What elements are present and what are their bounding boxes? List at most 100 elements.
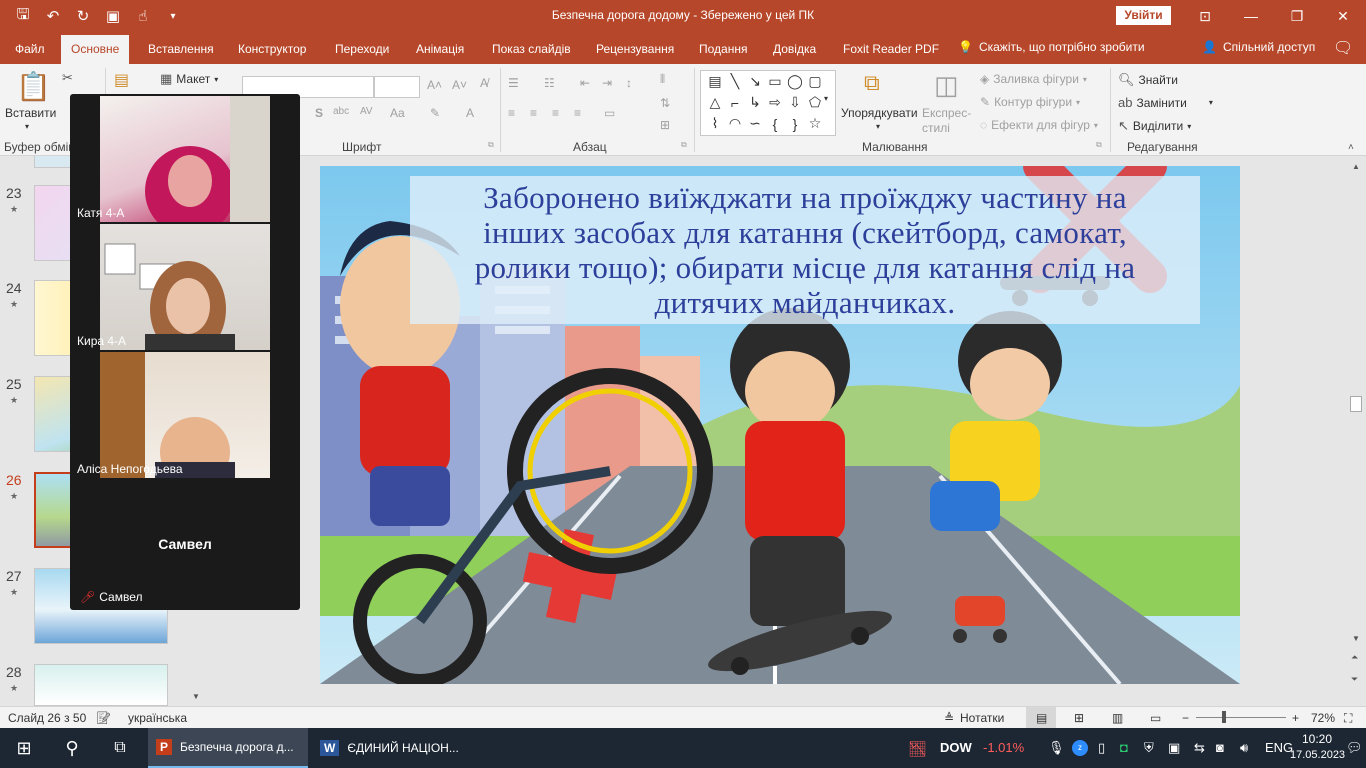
- save-icon[interactable]: 🖫: [12, 6, 34, 26]
- spellcheck-icon[interactable]: 📝︎: [96, 711, 111, 725]
- elbow-connector-shape-icon[interactable]: ⌐: [725, 92, 745, 113]
- redo-icon[interactable]: ↻: [72, 6, 94, 26]
- font-dialog-launcher-icon[interactable]: ⧉: [488, 140, 494, 150]
- down-arrow-shape-icon[interactable]: ⇩: [785, 92, 805, 113]
- keyboard-language[interactable]: ENG: [1265, 740, 1293, 755]
- right-brace-shape-icon[interactable]: }: [785, 113, 805, 134]
- tab-home[interactable]: Основне: [61, 35, 130, 64]
- increase-indent-icon[interactable]: ⇥: [602, 76, 612, 90]
- paste-icon[interactable]: 📋: [16, 70, 51, 103]
- tell-me-box[interactable]: 💡 Скажіть, що потрібно зробити: [958, 40, 1145, 54]
- tab-foxit[interactable]: Foxit Reader PDF: [843, 40, 939, 64]
- slide-title-text[interactable]: Заборонено виїжджати на проїжджу частину…: [410, 180, 1200, 320]
- clock-time[interactable]: 10:20: [1302, 732, 1332, 746]
- participant-video[interactable]: [100, 224, 270, 350]
- participant-video[interactable]: [100, 352, 270, 478]
- microphone-icon[interactable]: 🎙︎: [1048, 740, 1065, 756]
- zoom-slider-thumb[interactable]: [1222, 711, 1226, 723]
- ticker-symbol[interactable]: DOW: [940, 740, 972, 755]
- tab-design[interactable]: Конструктор: [238, 40, 306, 64]
- zoom-in-icon[interactable]: +: [1292, 711, 1299, 725]
- close-button[interactable]: ✕: [1320, 0, 1366, 32]
- task-view-icon[interactable]: ⧉: [96, 728, 144, 768]
- curve-shape-icon[interactable]: ∽: [745, 113, 765, 134]
- restore-button[interactable]: ❐: [1274, 0, 1320, 32]
- notification-center-icon[interactable]: 💬︎: [1346, 740, 1363, 756]
- shapes-more-icon[interactable]: ▾: [824, 94, 828, 103]
- freeform-shape-icon[interactable]: ⌇: [705, 113, 725, 134]
- tab-insert[interactable]: Вставлення: [148, 40, 214, 64]
- scroll-up-icon[interactable]: ▲: [1352, 162, 1360, 171]
- oval-shape-icon[interactable]: ◯: [785, 71, 805, 92]
- windows-start-icon[interactable]: ⊞: [0, 728, 48, 768]
- notes-button[interactable]: Нотатки: [960, 711, 1004, 725]
- rectangle-shape-icon[interactable]: ▭: [765, 71, 785, 92]
- tab-view[interactable]: Подання: [699, 40, 747, 64]
- scroll-down-icon[interactable]: ▼: [192, 692, 200, 701]
- shape-effects-button[interactable]: ◌ Ефекти для фігур ▾: [980, 118, 1098, 132]
- usb-device-icon[interactable]: ▯: [1098, 740, 1105, 756]
- tab-transitions[interactable]: Переходи: [335, 40, 389, 64]
- decrease-font-icon[interactable]: A˅: [452, 78, 467, 92]
- quick-styles-button[interactable]: Експрес- стилі: [922, 106, 971, 136]
- slide-sorter-icon[interactable]: ⊞: [1074, 711, 1084, 725]
- shape-outline-button[interactable]: ✎ Контур фігури ▾: [980, 95, 1080, 109]
- arc-shape-icon[interactable]: ◠: [725, 113, 745, 134]
- ribbon-display-options-icon[interactable]: ⊡: [1182, 0, 1228, 32]
- align-center-icon[interactable]: ≡: [530, 106, 537, 120]
- taskbar-app-word[interactable]: W ЄДИНИЙ НАЦІОН...: [312, 728, 472, 768]
- line-spacing-icon[interactable]: ↕: [626, 76, 632, 90]
- line-shape-icon[interactable]: ╲: [725, 71, 745, 92]
- cut-icon[interactable]: ✂: [62, 70, 73, 86]
- align-right-icon[interactable]: ≡: [552, 106, 559, 120]
- paragraph-dialog-launcher-icon[interactable]: ⧉: [681, 140, 687, 150]
- numbering-icon[interactable]: ☷: [544, 76, 555, 90]
- next-slide-icon[interactable]: ⏷: [1351, 674, 1358, 685]
- font-size-combo[interactable]: [374, 76, 420, 98]
- comments-icon[interactable]: 🗨: [1333, 38, 1353, 58]
- thumbnail-28[interactable]: [34, 664, 168, 706]
- text-box-shape-icon[interactable]: ▤: [705, 71, 725, 92]
- scroll-thumb[interactable]: [1350, 396, 1362, 412]
- zoom-level[interactable]: 72%: [1311, 711, 1335, 725]
- app-tray-icon[interactable]: ◘: [1120, 740, 1128, 755]
- quick-styles-icon[interactable]: ◫: [934, 70, 959, 101]
- left-brace-shape-icon[interactable]: {: [765, 113, 785, 134]
- taskbar-app-powerpoint[interactable]: P Безпечна дорога д...: [148, 728, 308, 768]
- zoom-out-icon[interactable]: −: [1182, 711, 1189, 725]
- paste-button[interactable]: Вставити: [5, 106, 56, 120]
- strikethrough-icon[interactable]: abc: [333, 106, 349, 117]
- tab-help[interactable]: Довідка: [773, 40, 816, 64]
- shadow-icon[interactable]: S: [315, 106, 323, 120]
- elbow-arrow-shape-icon[interactable]: ↳: [745, 92, 765, 113]
- new-slide-icon[interactable]: ▤: [114, 70, 129, 90]
- arrow-line-shape-icon[interactable]: ↘: [745, 71, 765, 92]
- tab-slideshow[interactable]: Показ слайдів: [492, 40, 571, 64]
- pentagon-shape-icon[interactable]: ⬠: [805, 92, 825, 113]
- star-shape-icon[interactable]: ☆: [805, 113, 825, 134]
- char-spacing-icon[interactable]: AV: [360, 106, 373, 117]
- highlight-icon[interactable]: ✎: [430, 106, 440, 120]
- decrease-indent-icon[interactable]: ⇤: [580, 76, 590, 90]
- video-call-panel[interactable]: Катя 4-А Кира 4-А Аліса Непогодьева Самв…: [70, 94, 300, 610]
- network-icon[interactable]: ⇆: [1194, 740, 1205, 756]
- camera-icon[interactable]: ◙: [1216, 740, 1224, 755]
- right-arrow-shape-icon[interactable]: ⇨: [765, 92, 785, 113]
- slide-scrollbar[interactable]: ▲ ▼ ⏶ ⏷: [1348, 156, 1366, 706]
- language-indicator[interactable]: українська: [128, 711, 187, 725]
- fit-slide-icon[interactable]: ⛶: [1344, 711, 1352, 726]
- smartart-icon[interactable]: ⊞: [660, 118, 670, 132]
- notes-icon[interactable]: ≜: [944, 711, 954, 725]
- select-button[interactable]: ↖ Виділити ▾: [1118, 118, 1191, 134]
- tab-review[interactable]: Рецензування: [596, 40, 674, 64]
- volume-icon[interactable]: 🔊︎: [1240, 740, 1248, 756]
- zoom-app-icon[interactable]: z: [1072, 740, 1088, 756]
- clock-date[interactable]: 17.05.2023: [1290, 749, 1345, 761]
- search-icon[interactable]: ⚲: [48, 728, 96, 768]
- justify-icon[interactable]: ≡: [574, 106, 581, 120]
- paste-dropdown-icon[interactable]: ▾: [25, 122, 29, 131]
- increase-font-icon[interactable]: A˄: [427, 78, 442, 92]
- participant-video[interactable]: [100, 96, 270, 222]
- align-left-icon[interactable]: ≡: [508, 106, 515, 120]
- clear-formatting-icon[interactable]: A̸: [480, 76, 488, 90]
